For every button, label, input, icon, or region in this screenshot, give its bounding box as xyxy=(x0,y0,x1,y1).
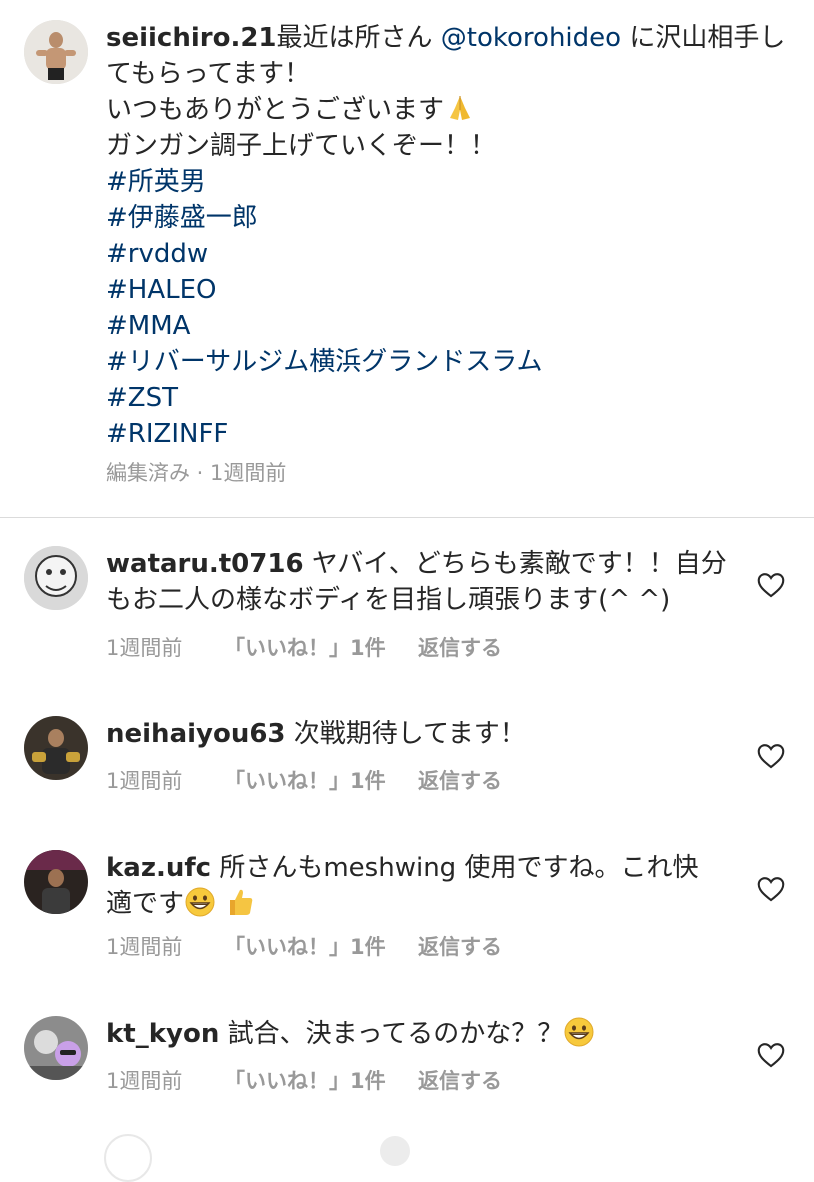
comment-likes-button[interactable]: 「いいね！」1件 xyxy=(224,932,386,962)
comment-likes-button[interactable]: 「いいね！」1件 xyxy=(224,1066,386,1096)
caption-text-part1: 最近は所さん xyxy=(276,23,441,53)
reply-button[interactable]: 返信する xyxy=(418,1066,502,1096)
heart-outline-icon[interactable] xyxy=(757,876,785,902)
heart-outline-icon[interactable] xyxy=(757,743,785,769)
comment-username[interactable]: neihaiyou63 xyxy=(106,719,286,749)
comment-username[interactable]: wataru.t0716 xyxy=(106,549,304,579)
hashtag[interactable]: #HALEO xyxy=(106,272,796,308)
caption-mention[interactable]: @tokorohideo xyxy=(441,23,621,53)
avatar-neihaiyou[interactable] xyxy=(24,716,88,780)
reply-button[interactable]: 返信する xyxy=(418,766,502,796)
comment-time: 1週間前 xyxy=(106,636,183,660)
comment-time: 1週間前 xyxy=(106,935,183,959)
hashtag[interactable]: #所英男 xyxy=(106,164,796,200)
comment-text: kaz.ufc 所さんもmeshwing 使用ですね。これ快適です xyxy=(106,850,706,922)
comment-meta: 1週間前 「いいね！」1件 返信する xyxy=(106,766,502,796)
comment-body: 次戦期待してます！ xyxy=(285,719,526,749)
thumbs-up-icon xyxy=(224,886,256,918)
comment-username[interactable]: kt_kyon xyxy=(106,1019,219,1049)
caption-meta: 編集済み · 1週間前 xyxy=(106,461,287,485)
hashtag[interactable]: #リバーサルジム横浜グランドスラム xyxy=(106,344,796,380)
comment-body: 試合、決まってるのかな？？ xyxy=(219,1019,564,1049)
comment-meta: 1週間前 「いいね！」1件 返信する xyxy=(106,1066,502,1096)
heart-outline-icon[interactable] xyxy=(757,572,785,598)
divider xyxy=(0,517,814,518)
reply-button[interactable]: 返信する xyxy=(418,932,502,962)
next-comment-avatar xyxy=(104,1134,152,1182)
hashtag[interactable]: #ZST xyxy=(106,380,796,416)
comment-time: 1週間前 xyxy=(106,1069,183,1093)
avatar-kaz[interactable] xyxy=(24,850,88,914)
comment-text: wataru.t0716 ヤバイ、どちらも素敵です！！自分もお二人の様なボディを… xyxy=(106,546,736,618)
comment-meta: 1週間前 「いいね！」1件 返信する xyxy=(106,932,502,962)
hashtag[interactable]: #rvddw xyxy=(106,236,796,272)
comment-username[interactable]: kaz.ufc xyxy=(106,853,211,883)
next-comment-placeholder xyxy=(380,1136,410,1166)
avatar-wataru[interactable] xyxy=(24,546,88,610)
reply-button[interactable]: 返信する xyxy=(418,633,502,663)
comment-likes-button[interactable]: 「いいね！」1件 xyxy=(224,633,386,663)
caption-username[interactable]: seiichiro.21 xyxy=(106,23,277,53)
grinning-face-icon xyxy=(563,1016,595,1048)
comment-text: neihaiyou63 次戦期待してます！ xyxy=(106,716,736,752)
comment-time: 1週間前 xyxy=(106,769,183,793)
comment-text: kt_kyon 試合、決まってるのかな？？ xyxy=(106,1016,706,1052)
hashtag[interactable]: #MMA xyxy=(106,308,796,344)
hashtag[interactable]: #伊藤盛一郎 xyxy=(106,200,796,236)
caption-line3: ガンガン調子上げていくぞー！！ xyxy=(106,131,497,161)
comment-meta: 1週間前 「いいね！」1件 返信する xyxy=(106,633,502,663)
grinning-face-icon xyxy=(184,886,216,918)
avatar-seiichiro[interactable] xyxy=(24,20,88,84)
hashtag[interactable]: #RIZINFF xyxy=(106,416,796,452)
comment-likes-button[interactable]: 「いいね！」1件 xyxy=(224,766,386,796)
avatar-kt-kyon[interactable] xyxy=(24,1016,88,1080)
caption-line2: いつもありがとうございます xyxy=(106,95,445,125)
caption-text: seiichiro.21最近は所さん @tokorohideo に沢山相手しても… xyxy=(106,20,796,452)
heart-outline-icon[interactable] xyxy=(757,1042,785,1068)
folded-hands-icon xyxy=(444,92,476,124)
